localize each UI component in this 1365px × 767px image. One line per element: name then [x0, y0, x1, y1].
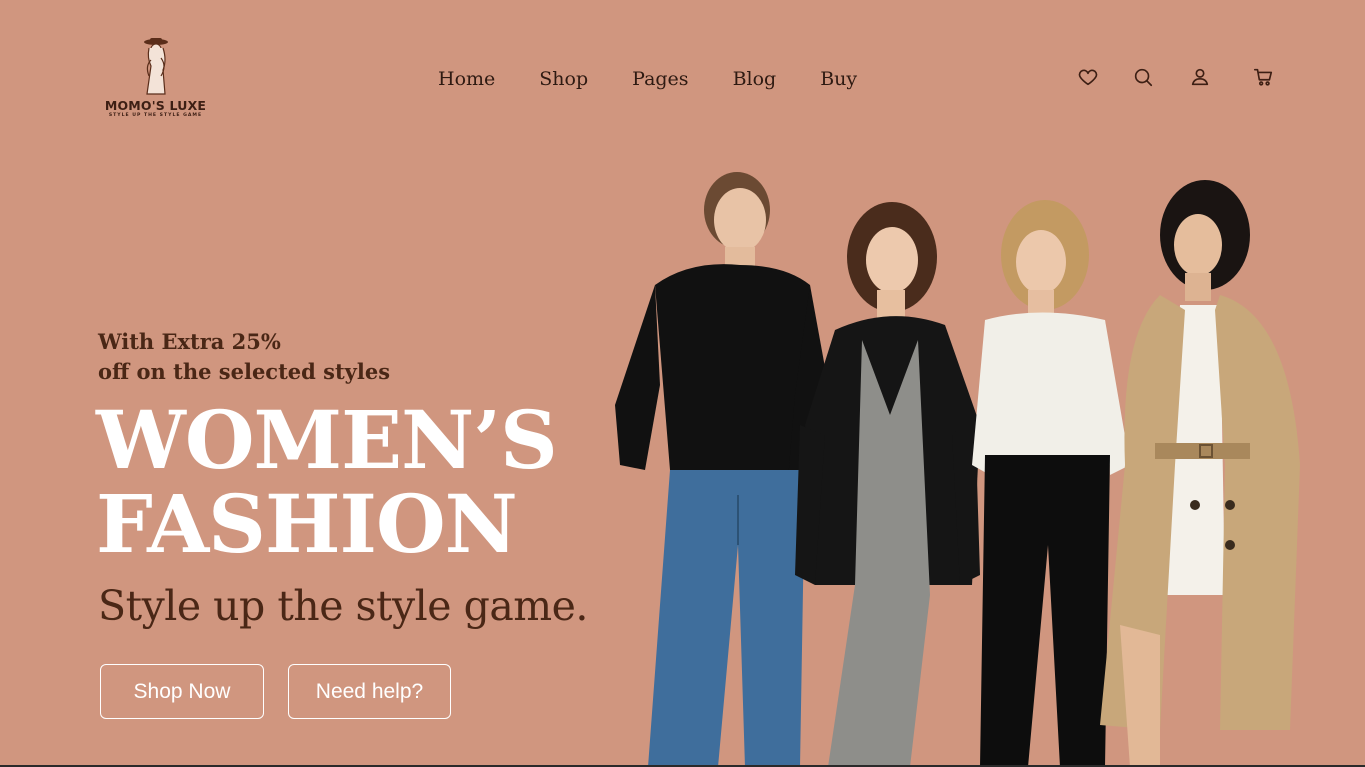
hero-title: WOMEN’S FASHION: [96, 393, 558, 571]
model-1-figure: [615, 172, 830, 767]
models-hero-image: [615, 172, 1300, 767]
heart-icon[interactable]: [1075, 64, 1101, 90]
nav-item-pages[interactable]: Pages: [632, 68, 688, 90]
nav-item-blog[interactable]: Blog: [733, 68, 777, 90]
model-2-figure: [795, 202, 980, 767]
nav-item-shop[interactable]: Shop: [539, 68, 588, 90]
nav-item-home[interactable]: Home: [438, 68, 495, 90]
header-actions: [1075, 64, 1275, 92]
promo-text: With Extra 25% off on the selected style…: [98, 327, 390, 387]
hero-title-line-2: FASHION: [96, 477, 518, 571]
shop-now-button[interactable]: Shop Now: [100, 664, 264, 719]
need-help-button[interactable]: Need help?: [288, 664, 451, 719]
user-icon[interactable]: [1187, 64, 1213, 90]
brand-name: MOMO'S LUXE: [104, 98, 207, 113]
hero-title-line-1: WOMEN’S: [96, 393, 558, 487]
cart-icon[interactable]: [1250, 64, 1276, 90]
model-4-figure: [1100, 180, 1300, 767]
landing-page: MOMO'S LUXE STYLE UP THE STYLE GAME Home…: [0, 0, 1365, 767]
brand-tagline: STYLE UP THE STYLE GAME: [108, 113, 203, 118]
promo-line-2: off on the selected styles: [98, 359, 391, 384]
brand-logo[interactable]: MOMO'S LUXE STYLE UP THE STYLE GAME: [98, 36, 213, 126]
nav-item-buy[interactable]: Buy: [820, 68, 857, 90]
promo-line-1: With Extra 25%: [98, 329, 281, 354]
logo-figure-icon: [143, 38, 168, 95]
hero-subtitle: Style up the style game.: [98, 582, 588, 630]
main-nav: Home Shop Pages Blog Buy: [438, 68, 901, 90]
search-icon[interactable]: [1130, 64, 1156, 90]
